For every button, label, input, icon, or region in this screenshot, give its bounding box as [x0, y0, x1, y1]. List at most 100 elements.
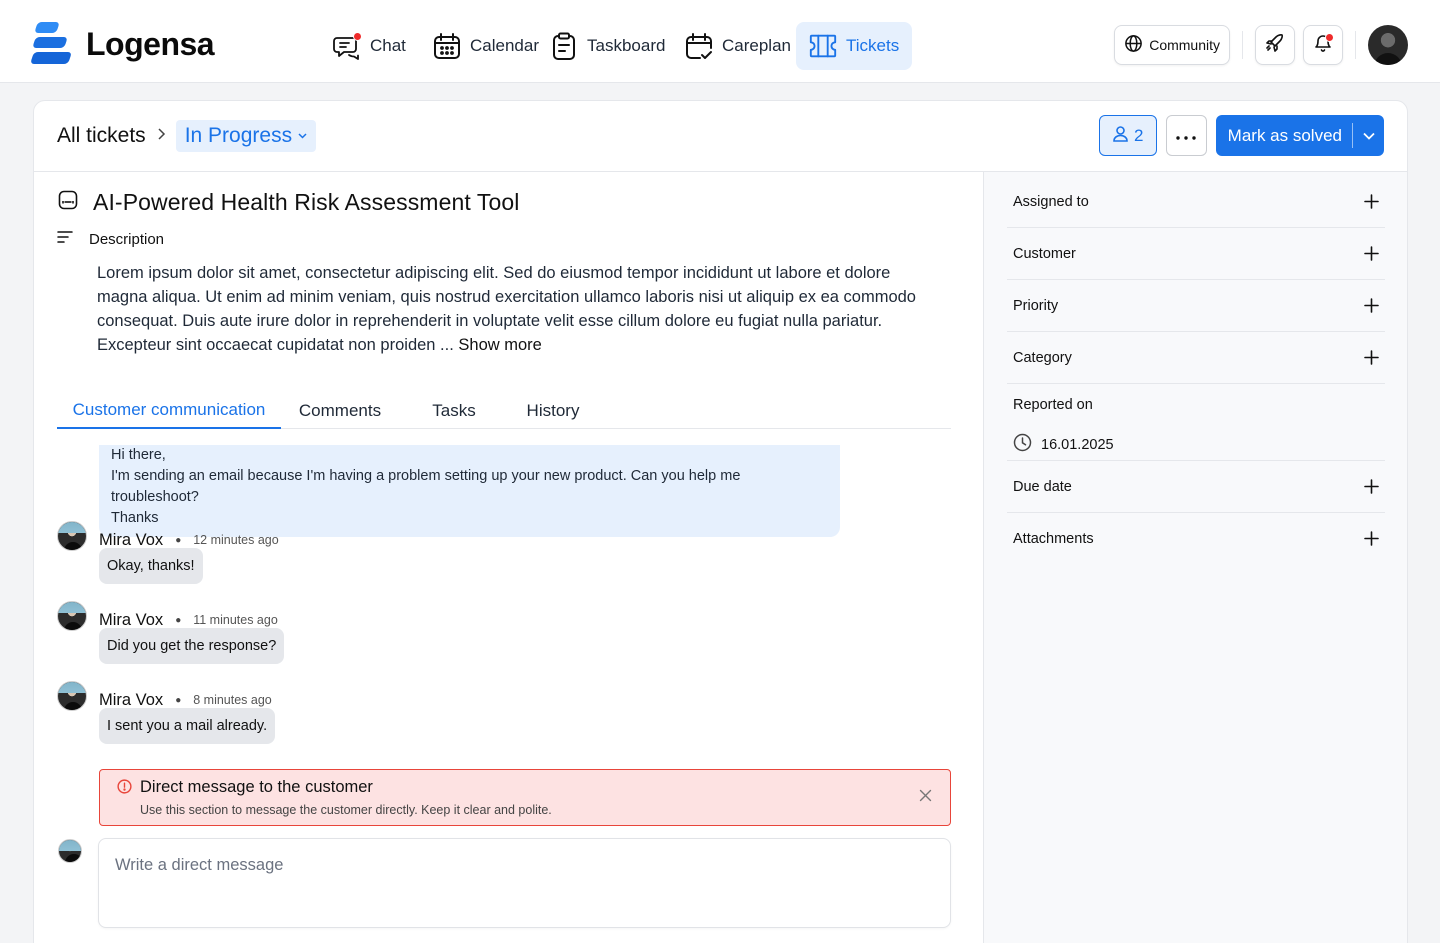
plus-icon[interactable]: [1364, 350, 1379, 370]
community-button[interactable]: Community: [1114, 25, 1230, 65]
mark-as-solved-button[interactable]: Mark as solved: [1216, 115, 1352, 156]
nav-item-chat[interactable]: Chat: [320, 22, 416, 70]
user-avatar[interactable]: [1368, 25, 1408, 65]
calendar-check-icon: [684, 31, 714, 61]
community-label: Community: [1149, 37, 1220, 53]
message-time: 8 minutes ago: [193, 693, 272, 707]
globe-icon: [1124, 34, 1143, 56]
message-author[interactable]: Mira Vox: [99, 531, 163, 550]
notifications-button[interactable]: [1303, 25, 1343, 65]
ticket-tabs: Customer communication Comments Tasks Hi…: [57, 392, 951, 429]
tab-tasks[interactable]: Tasks: [399, 392, 509, 429]
text-align-left-icon: [57, 230, 73, 249]
tab-history[interactable]: History: [509, 392, 597, 429]
nav-item-taskboard[interactable]: Taskboard: [537, 22, 668, 70]
nav-label-chat: Chat: [370, 36, 406, 55]
field-due-date[interactable]: Due date: [1007, 461, 1385, 513]
message-author[interactable]: Mira Vox: [99, 611, 163, 630]
brand-name: Logensa: [86, 25, 215, 62]
user-icon: [1112, 125, 1129, 147]
field-attachments[interactable]: Attachments: [1007, 513, 1385, 565]
watchers-count: 2: [1133, 125, 1144, 145]
ticket-main: AI-Powered Health Risk Assessment Tool D…: [57, 172, 951, 943]
tab-customer-communication[interactable]: Customer communication: [57, 392, 281, 429]
description-header: Description: [57, 230, 164, 249]
top-right-actions: Community: [1114, 24, 1408, 66]
plus-icon[interactable]: [1364, 194, 1379, 214]
nav-item-calendar[interactable]: Calendar: [420, 22, 539, 70]
separator-dot: ●: [175, 694, 182, 706]
chevron-down-icon: [1362, 132, 1375, 140]
nav-label-calendar: Calendar: [470, 36, 539, 55]
avatar: [57, 521, 87, 551]
more-options-button[interactable]: [1165, 115, 1207, 156]
tab-comments[interactable]: Comments: [281, 392, 399, 429]
message-bubble: Okay, thanks!: [99, 548, 203, 584]
status-label: In Progress: [184, 124, 293, 147]
ticket-description[interactable]: Lorem ipsum dolor sit amet, consectetur …: [97, 261, 927, 357]
message-author[interactable]: Mira Vox: [99, 691, 163, 710]
message-meta: Mira Vox ● 8 minutes ago: [99, 690, 272, 710]
watchers-button[interactable]: 2: [1098, 115, 1157, 156]
close-icon[interactable]: [919, 789, 932, 807]
avatar: [58, 839, 82, 863]
plus-icon[interactable]: [1364, 246, 1379, 266]
solve-options-dropdown[interactable]: [1353, 115, 1384, 156]
chevron-right-icon: [156, 127, 166, 146]
mark-as-solved-split-button: Mark as solved: [1215, 115, 1384, 156]
ticket-actions: 2 Mark as solved: [1098, 115, 1384, 156]
field-label: Priority: [1013, 298, 1059, 314]
clock-icon: [1013, 433, 1032, 456]
show-more-link[interactable]: Show more: [458, 336, 541, 354]
incoming-message: Hi there, I'm sending an email because I…: [99, 445, 840, 537]
ticket-details-sidebar: Assigned to Customer Priority Category R…: [983, 172, 1407, 943]
divider: [1242, 31, 1243, 59]
alert-subtitle: Use this section to message the customer…: [140, 803, 552, 817]
chat-icon: [332, 31, 362, 61]
field-category[interactable]: Category: [1007, 332, 1385, 384]
field-reported-on: Reported on 16.01.2025: [1007, 384, 1385, 461]
direct-message-alert: Direct message to the customer Use this …: [99, 769, 951, 826]
main-nav: Chat Calendar Taskboard Careplan Tickets: [320, 22, 916, 70]
breadcrumb-all-tickets[interactable]: All tickets: [57, 124, 146, 148]
calendar-icon: [432, 31, 462, 61]
tab-label: Comments: [298, 400, 382, 420]
ticket-icon: [808, 31, 838, 61]
avatar: [57, 681, 87, 711]
field-label: Due date: [1013, 479, 1072, 495]
more-horizontal-icon: [1176, 127, 1196, 145]
nav-item-careplan[interactable]: Careplan: [672, 22, 792, 70]
avatar: [57, 601, 87, 631]
plus-icon[interactable]: [1364, 479, 1379, 499]
logo-mark-icon: [30, 22, 72, 66]
reported-date-value: 16.01.2025: [1041, 436, 1114, 453]
field-priority[interactable]: Priority: [1007, 280, 1385, 332]
message-time: 11 minutes ago: [193, 613, 278, 627]
plus-icon[interactable]: [1364, 298, 1379, 318]
divider: [1355, 31, 1356, 59]
brand-logo[interactable]: Logensa: [30, 22, 215, 66]
direct-message-input[interactable]: [98, 838, 951, 928]
notification-dot: [1325, 33, 1334, 42]
field-assigned-to[interactable]: Assigned to: [1007, 172, 1385, 228]
ticket-title[interactable]: AI-Powered Health Risk Assessment Tool: [93, 189, 520, 216]
reported-date: 16.01.2025: [1013, 433, 1114, 456]
message-meta: Mira Vox ● 12 minutes ago: [99, 530, 279, 550]
nav-label-careplan: Careplan: [722, 36, 791, 55]
nav-label-taskboard: Taskboard: [587, 36, 666, 55]
message-bubble: Did you get the response?: [99, 628, 285, 664]
field-label: Category: [1013, 350, 1072, 366]
ticket-card: All tickets In Progress 2 Mark as solved…: [33, 100, 1408, 943]
status-dropdown[interactable]: In Progress: [175, 120, 317, 152]
field-label: Reported on: [1013, 397, 1093, 413]
nav-item-tickets[interactable]: Tickets: [796, 22, 912, 70]
rocket-button[interactable]: [1255, 25, 1295, 65]
field-customer[interactable]: Customer: [1007, 228, 1385, 280]
tab-label: Customer communication: [72, 399, 266, 419]
chevron-down-icon: [298, 131, 307, 142]
nav-label-tickets: Tickets: [846, 36, 900, 55]
plus-icon[interactable]: [1364, 531, 1379, 551]
alert-title: Direct message to the customer: [140, 778, 373, 796]
clipboard-icon: [549, 31, 579, 61]
ticket-header: All tickets In Progress 2 Mark as solved: [34, 101, 1407, 172]
